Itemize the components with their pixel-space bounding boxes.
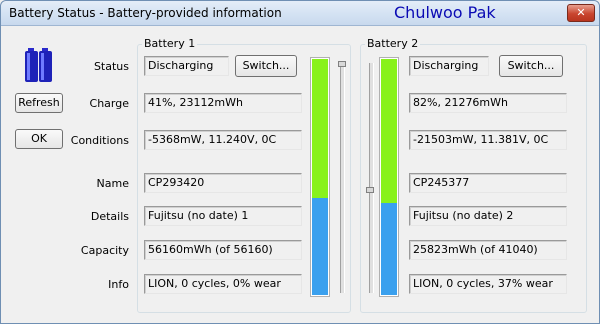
author-name: Chulwoo Pak bbox=[394, 3, 496, 22]
battery-2-charge-bar bbox=[379, 57, 399, 297]
name-label: Name bbox=[96, 177, 129, 190]
close-button[interactable]: ✕ bbox=[567, 4, 595, 22]
battery-1-slider-thumb[interactable] bbox=[338, 61, 346, 67]
battery-1-details-field: Fujitsu (no date) 1 bbox=[144, 206, 302, 226]
battery-2-conditions-field: -21503mW, 11.381V, 0C bbox=[409, 130, 567, 150]
battery-1-capacity-field: 56160mWh (of 56160) bbox=[144, 240, 302, 260]
battery-2-info-field: LION, 0 cycles, 37% wear bbox=[409, 274, 567, 294]
battery-1-slider-track[interactable] bbox=[340, 63, 345, 293]
battery-1-charge-bar bbox=[310, 57, 330, 297]
status-label: Status bbox=[93, 60, 129, 73]
title-bar[interactable]: Battery Status - Battery-provided inform… bbox=[1, 1, 599, 26]
info-label: Info bbox=[108, 278, 129, 291]
battery-1-info-field: LION, 0 cycles, 0% wear bbox=[144, 274, 302, 294]
battery-2-slider-track[interactable] bbox=[369, 63, 374, 293]
battery-2-empty-fill bbox=[381, 59, 397, 203]
battery-2-status-field: Discharging bbox=[409, 56, 489, 76]
battery-1-charge-fill bbox=[312, 198, 328, 295]
details-label: Details bbox=[90, 210, 129, 223]
close-icon: ✕ bbox=[576, 6, 586, 19]
battery-1-conditions-field: -5368mW, 11.240V, 0C bbox=[144, 130, 302, 150]
battery-2-details-field: Fujitsu (no date) 2 bbox=[409, 206, 567, 226]
battery-2-name-field: CP245377 bbox=[409, 173, 567, 193]
battery-1-charge-field: 41%, 23112mWh bbox=[144, 93, 302, 113]
battery-status-window: Battery Status - Battery-provided inform… bbox=[0, 0, 600, 324]
battery-2-charge-fill bbox=[381, 203, 397, 295]
refresh-button[interactable]: Refresh bbox=[15, 93, 63, 113]
battery-2-charge-field: 82%, 21276mWh bbox=[409, 93, 567, 113]
battery-icon bbox=[25, 48, 52, 82]
battery-1-title: Battery 1 bbox=[142, 37, 198, 50]
battery-2-capacity-field: 25823mWh (of 41040) bbox=[409, 240, 567, 260]
charge-label: Charge bbox=[89, 97, 129, 110]
battery-1-empty-fill bbox=[312, 59, 328, 198]
ok-button[interactable]: OK bbox=[15, 129, 63, 149]
battery-1-switch-button[interactable]: Switch... bbox=[235, 55, 297, 77]
battery-1-name-field: CP293420 bbox=[144, 173, 302, 193]
battery-2-slider-thumb[interactable] bbox=[366, 187, 374, 193]
capacity-label: Capacity bbox=[80, 244, 129, 257]
window-title: Battery Status - Battery-provided inform… bbox=[9, 6, 282, 20]
battery-2-switch-button[interactable]: Switch... bbox=[499, 55, 563, 77]
conditions-label: Conditions bbox=[70, 134, 129, 147]
battery-1-status-field: Discharging bbox=[144, 56, 229, 76]
battery-2-title: Battery 2 bbox=[365, 37, 421, 50]
